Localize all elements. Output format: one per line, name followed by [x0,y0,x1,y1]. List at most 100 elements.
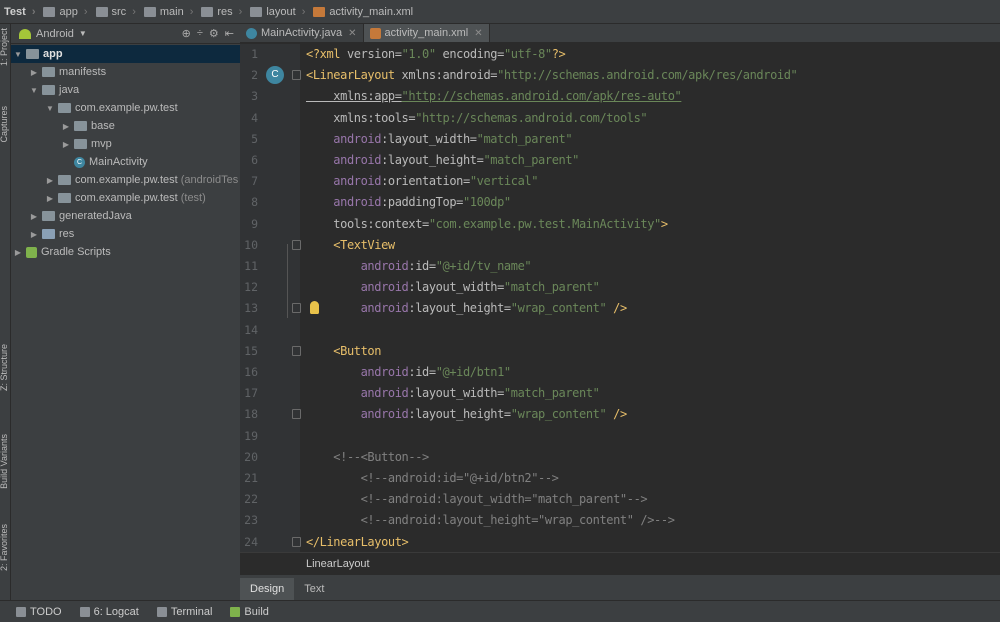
resource-folder-icon [42,229,55,239]
tree-item-manifests[interactable]: ▶ manifests [11,63,240,81]
breadcrumb-project[interactable]: Test › [4,6,35,34]
logcat-tool-button[interactable]: 6: Logcat [79,606,139,618]
tree-item-package-test[interactable]: ▶ com.example.pw.test (test) [11,189,240,207]
tree-item-java[interactable]: ▼ java [11,81,240,99]
code-line[interactable]: 15 <Button [240,341,1000,362]
code-line[interactable]: 4 xmlns:tools="http://schemas.android.co… [240,108,1000,129]
project-panel-toolbar: Android ▼ ⊕ ÷ ⚙ ⇤ [11,24,240,44]
code-line[interactable]: 21 <!--android:id="@+id/btn2"--> [240,468,1000,489]
collapsed-arrow-icon[interactable]: ▶ [29,230,39,239]
code-line[interactable]: 13 android:layout_height="wrap_content" … [240,298,1000,319]
code-line[interactable]: 24 </LinearLayout> [240,532,1000,553]
code-line[interactable]: 1 <?xml version="1.0" encoding="utf-8"?> [240,44,1000,65]
expanded-arrow-icon[interactable]: ▼ [29,86,39,95]
collapsed-arrow-icon[interactable]: ▶ [29,68,39,77]
tab-mainactivity-java[interactable]: MainActivity.java ✕ [240,24,364,42]
captures-tool-tab[interactable]: Captures [0,106,9,143]
tree-item-base[interactable]: ▶ base [11,117,240,135]
tab-design[interactable]: Design [240,578,295,600]
settings-icon[interactable]: ⚙ [209,27,219,40]
project-view-selector[interactable]: Android [36,28,74,40]
xml-file-icon [369,27,381,39]
fold-marker-icon[interactable] [292,70,301,81]
structure-tool-tab[interactable]: Z: Structure [0,344,9,391]
fold-marker-icon[interactable] [292,239,301,250]
code-line[interactable]: 22 <!--android:layout_width="match_paren… [240,489,1000,510]
editor-area: MainActivity.java ✕ activity_main.xml ✕ 1 <… [240,24,1000,600]
fold-marker-icon[interactable] [292,409,301,420]
collapsed-arrow-icon[interactable]: ▶ [45,194,55,203]
package-icon [58,193,71,203]
breadcrumb-res[interactable]: res › [201,6,242,18]
expanded-arrow-icon[interactable]: ▼ [13,50,23,59]
folder-icon [43,6,56,17]
build-variants-tool-tab[interactable]: Build Variants [0,434,9,489]
terminal-tool-button[interactable]: Terminal [156,606,212,618]
code-line[interactable]: 19 [240,426,1000,447]
line-number: 17 [244,386,258,401]
tree-item-package[interactable]: ▼ com.example.pw.test [11,99,240,117]
tree-item-res[interactable]: ▶ res [11,225,240,243]
code-line[interactable]: 9 tools:context="com.example.pw.test.Mai… [240,214,1000,235]
code-editor[interactable]: 1 <?xml version="1.0" encoding="utf-8"?> 2… [240,44,1000,552]
build-tool-button[interactable]: Build [230,606,269,618]
line-number: 12 [244,280,258,295]
code-line[interactable]: 12 android:layout_width="match_parent" [240,277,1000,298]
collapsed-arrow-icon[interactable]: ▶ [45,176,55,185]
tab-text[interactable]: Text [294,578,334,600]
fold-marker-icon[interactable] [292,303,301,314]
fold-marker-icon[interactable] [292,536,301,547]
code-line[interactable]: 10 <TextView [240,235,1000,256]
code-line[interactable]: 8 android:paddingTop="100dp" [240,192,1000,213]
code-line[interactable]: 20 <!--<Button--> [240,447,1000,468]
sync-icon[interactable]: ⊕ [182,27,191,40]
fold-marker-icon[interactable] [292,345,301,356]
breadcrumb-app[interactable]: app › [43,6,88,18]
chevron-down-icon[interactable]: ▼ [79,29,87,38]
collapsed-arrow-icon[interactable]: ▶ [61,140,71,149]
breadcrumb-src[interactable]: src › [95,6,136,18]
tree-item-mvp[interactable]: ▶ mvp [11,135,240,153]
android-icon [19,28,31,39]
code-line[interactable]: 14 [240,320,1000,341]
close-icon[interactable]: ✕ [348,28,356,39]
code-line[interactable]: 23 <!--android:layout_height="wrap_conte… [240,510,1000,531]
code-line[interactable]: 17 android:layout_width="match_parent" [240,383,1000,404]
tree-item-app[interactable]: ▼ app [11,45,240,63]
code-line[interactable]: 6 android:layout_height="match_parent" [240,150,1000,171]
tree-item-generatedjava[interactable]: ▶ generatedJava [11,207,240,225]
code-line[interactable]: 5 android:layout_width="match_parent" [240,129,1000,150]
class-gutter-icon[interactable]: C [266,66,284,85]
tree-item-mainactivity[interactable]: C MainActivity [11,153,240,171]
favorites-tool-tab[interactable]: 2: Favorites [0,524,9,571]
close-icon[interactable]: ✕ [474,28,482,39]
code-line[interactable]: 7 android:orientation="vertical" [240,171,1000,192]
breadcrumb-main[interactable]: main › [143,6,193,18]
project-tool-tab[interactable]: 1: Project [0,28,9,66]
code-text: android:layout_height="wrap_content" /> [306,301,628,316]
code-line[interactable]: 3 xmlns:app="http://schemas.android.com/… [240,86,1000,107]
tab-activity-main-xml[interactable]: activity_main.xml ✕ [363,24,490,42]
expanded-arrow-icon[interactable]: ▼ [45,104,55,113]
breadcrumb-layout[interactable]: layout › [250,6,305,18]
breadcrumb-file[interactable]: activity_main.xml [313,6,413,18]
code-text: android:layout_height="wrap_content" /> [306,407,628,422]
editor-breadcrumb[interactable]: LinearLayout [240,552,1000,574]
collapse-icon[interactable]: ÷ [197,27,203,40]
code-text: tools:context="com.example.pw.test.MainA… [306,216,668,231]
line-number: 8 [251,195,258,210]
code-line[interactable]: 2 C <LinearLayout xmlns:android="http://sc… [240,65,1000,86]
line-number: 1 [251,47,258,61]
tree-item-package-androidtest[interactable]: ▶ com.example.pw.test (androidTes [11,171,240,189]
todo-tool-button[interactable]: TODO [16,606,62,618]
code-line[interactable]: 16 android:id="@+id/btn1" [240,362,1000,383]
code-text: xmlns:app="http://schemas.android.com/ap… [306,89,682,104]
collapsed-arrow-icon[interactable]: ▶ [61,122,71,131]
collapsed-arrow-icon[interactable]: ▶ [13,248,23,257]
code-line[interactable]: 18 android:layout_height="wrap_content" … [240,404,1000,425]
hide-panel-icon[interactable]: ⇤ [225,27,234,40]
code-line[interactable]: 11 android:id="@+id/tv_name" [240,256,1000,277]
code-text: <!--android:id="@+id/btn2"--> [306,471,559,485]
collapsed-arrow-icon[interactable]: ▶ [29,212,39,221]
tree-item-gradle-scripts[interactable]: ▶ Gradle Scripts [11,243,240,261]
